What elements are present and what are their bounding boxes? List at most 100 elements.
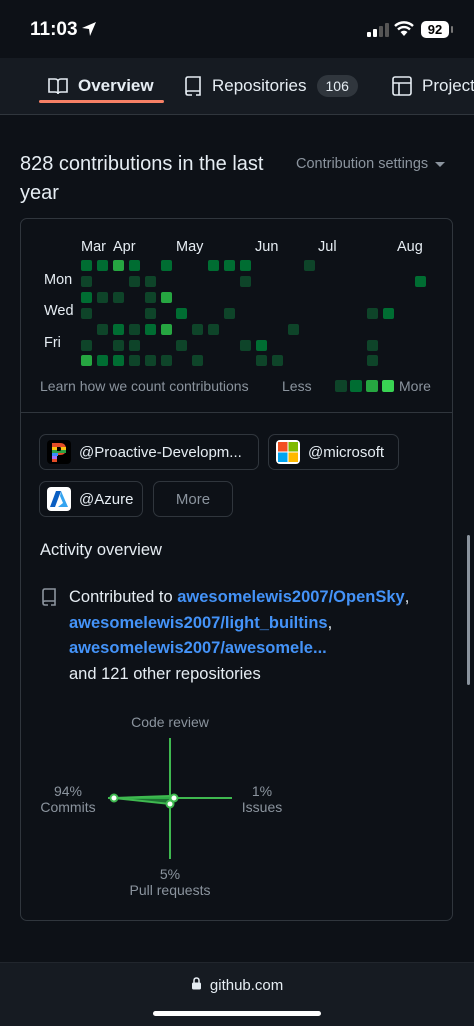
url-text: github.com [209, 977, 284, 994]
month-label: May [176, 239, 204, 255]
contribution-cell [224, 307, 236, 319]
contribution-cell [112, 291, 124, 303]
prs-percentage: 5% [159, 866, 181, 882]
card-divider [21, 412, 452, 413]
contribution-cell [144, 307, 156, 319]
contribution-cell [367, 307, 379, 319]
day-label: Wed [44, 303, 74, 319]
location-arrow-icon [82, 22, 96, 36]
scrollbar[interactable] [467, 535, 470, 685]
month-label: Aug [397, 239, 423, 255]
contribution-cell [160, 291, 172, 303]
contribution-cell [383, 307, 395, 319]
commits-point [109, 793, 119, 803]
month-label: Jul [318, 239, 337, 255]
org-chip-azure[interactable]: @Azure [39, 481, 143, 517]
contribution-cell [367, 339, 379, 351]
contribution-cell [208, 323, 220, 335]
battery-icon: 92 [421, 21, 449, 38]
contribution-cell [160, 260, 172, 271]
tab-overview-label: Overview [78, 76, 154, 95]
repo-icon [185, 76, 201, 96]
status-time: 11:03 [30, 19, 78, 40]
battery-level: 92 [427, 22, 443, 37]
contribution-cell [81, 275, 92, 287]
contribution-cell [176, 307, 188, 319]
contribution-cell [255, 355, 267, 367]
tab-overview[interactable]: Overview [48, 58, 154, 114]
contribution-cell [240, 339, 251, 351]
learn-contributions-link[interactable]: Learn how we count contributions [40, 378, 249, 394]
contribution-cell [255, 339, 267, 351]
signal-icon [367, 23, 389, 37]
repo-icon [42, 588, 56, 606]
contribution-cell [128, 275, 140, 287]
prs-point [165, 799, 175, 809]
wifi-icon [394, 21, 414, 36]
status-bar: 11:03 92 [0, 0, 474, 58]
org-name: @microsoft [308, 443, 385, 461]
contribution-cell [208, 260, 220, 271]
contribution-cell [81, 291, 92, 303]
legend-cell [350, 380, 362, 392]
contribution-cell [81, 355, 92, 367]
contribution-cell [112, 355, 124, 367]
org-chip-microsoft[interactable]: @microsoft [268, 434, 399, 470]
code-review-label: Code review [131, 714, 209, 730]
legend-cell [335, 380, 347, 392]
repo-link[interactable]: awesomelewis2007/OpenSky [177, 588, 404, 606]
contribution-cell [192, 323, 204, 335]
contribution-cell [160, 323, 172, 335]
month-label: Jun [255, 239, 279, 255]
commits-label: Commits [40, 799, 96, 815]
contribution-cell [176, 339, 188, 351]
org-name: @Azure [79, 490, 134, 508]
contribution-cell [144, 291, 156, 303]
project-table-icon [392, 76, 412, 96]
org-name: @Proactive-Developm... [79, 443, 242, 461]
contribution-cell [96, 291, 108, 303]
contribution-cell [192, 355, 204, 367]
contribution-cell [144, 355, 156, 367]
contribution-cell [112, 323, 124, 335]
legend-cell [366, 380, 378, 392]
legend-less-label: Less [282, 378, 312, 394]
contribution-cell [128, 323, 140, 335]
contribution-cell [96, 323, 108, 335]
tab-projects-label: Projects [422, 76, 474, 95]
separator: , [327, 613, 333, 632]
repositories-count-badge: 106 [316, 75, 358, 97]
contribution-cell [96, 260, 108, 271]
contribution-cell [287, 323, 299, 335]
contribution-cell [112, 260, 124, 271]
repo-link[interactable]: awesomelewis2007/light_builtins [69, 614, 328, 632]
contribution-cell [81, 339, 92, 351]
repo-link[interactable]: awesomelewis2007/awesomele... [69, 639, 327, 657]
tab-repositories-label: Repositories [212, 76, 307, 95]
more-orgs-label: More [175, 490, 211, 508]
proactive-logo-icon [47, 440, 71, 464]
microsoft-logo-icon [276, 440, 300, 464]
org-chip-proactive[interactable]: @Proactive-Developm... [39, 434, 259, 470]
home-indicator [153, 1011, 321, 1016]
tab-repositories[interactable]: Repositories 106 [184, 58, 358, 114]
active-tab-underline [39, 100, 164, 103]
more-orgs-button[interactable]: More [153, 481, 233, 517]
activity-shape [113, 794, 176, 806]
contribution-cell [81, 260, 92, 271]
tab-projects[interactable]: Projects [392, 58, 474, 114]
contribution-cell [271, 355, 283, 367]
contribution-cell [128, 339, 140, 351]
contribution-cell [81, 307, 92, 319]
contribution-cell [240, 275, 251, 287]
book-icon [48, 78, 68, 95]
day-label: Mon [44, 272, 73, 288]
azure-logo-icon [47, 487, 71, 511]
contribution-cell [128, 260, 140, 271]
lock-icon [191, 977, 201, 990]
contribution-cell [128, 355, 140, 367]
activity-chart [108, 738, 232, 859]
contribution-settings-dropdown[interactable]: Contribution settings [296, 156, 446, 172]
contribution-cell [414, 275, 426, 287]
address-bar[interactable]: github.com [0, 977, 474, 994]
